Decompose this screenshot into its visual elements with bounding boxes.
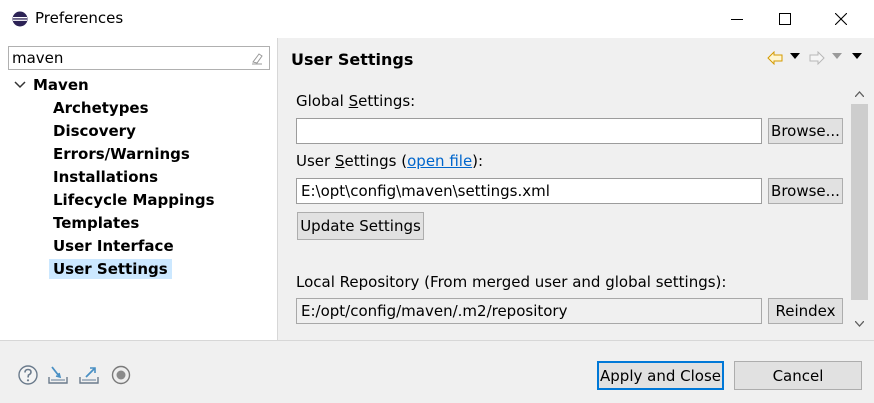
close-icon xyxy=(835,13,847,25)
scroll-thumb[interactable] xyxy=(851,104,868,300)
global-settings-label-part: Global xyxy=(296,92,349,110)
page-header: User Settings xyxy=(278,38,874,80)
global-settings-label: Global Settings: xyxy=(296,92,415,110)
user-settings-label-part: ): xyxy=(472,152,484,170)
title-bar: Preferences xyxy=(0,0,874,38)
forward-arrow-icon[interactable] xyxy=(809,51,825,65)
user-browse-button[interactable]: Browse... xyxy=(768,178,843,204)
forward-history-dropdown-icon[interactable] xyxy=(832,53,842,61)
chevron-down-icon[interactable] xyxy=(14,79,26,91)
scroll-down-icon[interactable] xyxy=(855,321,864,327)
help-icon[interactable] xyxy=(17,364,39,386)
tree-item-discovery[interactable]: Discovery xyxy=(49,121,140,141)
local-repository-label: Local Repository (From merged user and g… xyxy=(296,273,727,291)
eclipse-app-icon xyxy=(12,11,28,27)
vertical-scrollbar[interactable] xyxy=(851,86,868,334)
view-menu-icon[interactable] xyxy=(852,53,862,61)
tree-item-user-interface[interactable]: User Interface xyxy=(49,236,178,256)
tree-item-maven[interactable]: Maven xyxy=(29,75,93,95)
tree-item-templates[interactable]: Templates xyxy=(49,213,143,233)
user-settings-field[interactable]: E:\opt\config\maven\settings.xml xyxy=(296,178,762,204)
minimize-button[interactable] xyxy=(714,0,760,38)
local-repository-field[interactable]: E:/opt/config/maven/.m2/repository xyxy=(296,298,762,324)
global-settings-label-part: ettings: xyxy=(358,92,416,110)
back-history-dropdown-icon[interactable] xyxy=(790,53,800,61)
window-title: Preferences xyxy=(35,9,124,27)
reindex-button[interactable]: Reindex xyxy=(768,298,843,324)
filter-input[interactable]: maven xyxy=(8,46,270,70)
oomph-record-icon[interactable] xyxy=(110,364,132,386)
maximize-icon xyxy=(779,13,791,25)
user-settings-label-mnemonic: S xyxy=(334,152,345,170)
tree-item-installations[interactable]: Installations xyxy=(49,167,162,187)
back-arrow-icon[interactable] xyxy=(767,51,783,65)
global-settings-field[interactable] xyxy=(296,118,762,144)
tree-item-errors-warnings[interactable]: Errors/Warnings xyxy=(49,144,194,164)
clear-filter-icon[interactable] xyxy=(249,50,265,66)
tree-item-user-settings[interactable]: User Settings xyxy=(49,259,172,279)
scroll-up-icon[interactable] xyxy=(855,91,864,97)
user-settings-label-part: User xyxy=(296,152,335,170)
close-button[interactable] xyxy=(818,0,864,38)
tree-item-archetypes[interactable]: Archetypes xyxy=(49,98,153,118)
global-browse-button[interactable]: Browse... xyxy=(768,118,843,144)
cancel-button[interactable]: Cancel xyxy=(734,361,862,390)
filter-input-value: maven xyxy=(12,49,64,67)
page-title: User Settings xyxy=(291,50,414,69)
user-settings-label: User Settings (open file): xyxy=(296,152,483,170)
global-settings-label-mnemonic: S xyxy=(348,92,359,110)
tree-item-lifecycle-mappings[interactable]: Lifecycle Mappings xyxy=(49,190,219,210)
user-settings-label-part: ettings ( xyxy=(344,152,408,170)
import-preferences-icon[interactable] xyxy=(47,364,69,386)
update-settings-button[interactable]: Update Settings xyxy=(297,212,424,240)
minimize-icon xyxy=(731,19,743,20)
export-preferences-icon[interactable] xyxy=(78,364,100,386)
open-file-link[interactable]: open file xyxy=(407,152,472,170)
maximize-button[interactable] xyxy=(762,0,808,38)
apply-and-close-button[interactable]: Apply and Close xyxy=(597,361,724,390)
